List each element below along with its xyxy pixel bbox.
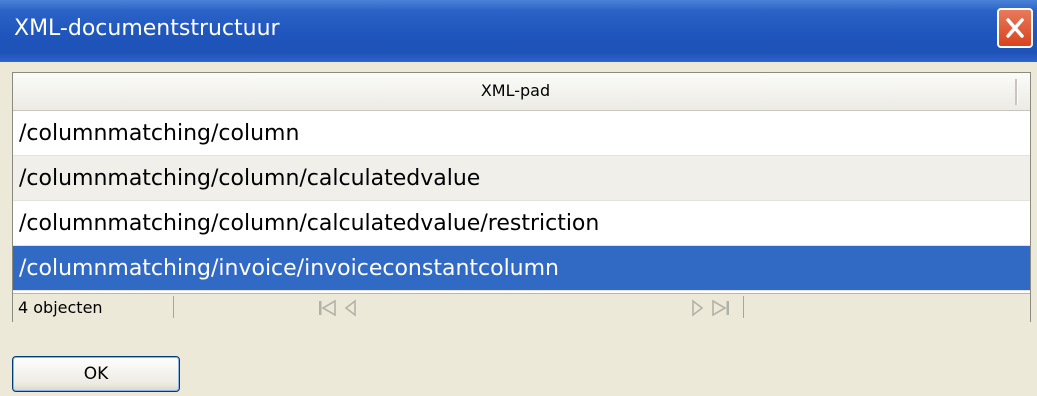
status-divider bbox=[173, 296, 174, 318]
last-page-icon[interactable] bbox=[709, 299, 731, 317]
table-row[interactable]: /columnmatching/column/calculatedvalue bbox=[13, 156, 1030, 201]
table-row[interactable]: /columnmatching/column/calculatedvalue/r… bbox=[13, 201, 1030, 246]
status-bar: 4 objecten bbox=[13, 293, 1030, 322]
dialog-window: XML-documentstructuur XML-pad /columnmat… bbox=[0, 0, 1037, 396]
window-title: XML-documentstructuur bbox=[14, 16, 280, 41]
xml-path-grid: XML-pad /columnmatching/column /columnma… bbox=[12, 72, 1031, 322]
title-bar[interactable]: XML-documentstructuur bbox=[0, 0, 1037, 62]
previous-page-icon[interactable] bbox=[343, 299, 359, 317]
close-button[interactable] bbox=[997, 8, 1033, 48]
first-page-icon[interactable] bbox=[317, 299, 339, 317]
column-resize-handle[interactable] bbox=[1015, 79, 1018, 105]
next-page-icon[interactable] bbox=[689, 299, 705, 317]
close-icon bbox=[1006, 18, 1024, 38]
table-row[interactable]: /columnmatching/column bbox=[13, 111, 1030, 156]
item-count: 4 objecten bbox=[18, 298, 103, 317]
column-header-label: XML-pad bbox=[480, 81, 551, 100]
table-row-selected[interactable]: /columnmatching/invoice/invoiceconstantc… bbox=[13, 246, 1030, 291]
ok-button[interactable]: OK bbox=[12, 356, 180, 392]
status-divider bbox=[743, 296, 744, 318]
column-header-xml-pad[interactable]: XML-pad bbox=[13, 73, 1030, 111]
